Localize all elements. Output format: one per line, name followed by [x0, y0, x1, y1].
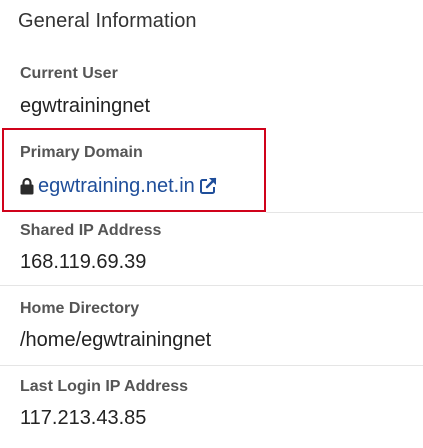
last-login-ip-value: 117.213.43.85	[20, 407, 147, 429]
last-login-ip-label: Last Login IP Address	[20, 378, 189, 395]
home-directory-value: /home/egwtrainingnet	[20, 329, 212, 351]
panel-title: General Information	[18, 10, 197, 32]
current-user-value: egwtrainingnet	[20, 95, 151, 117]
primary-domain-row: egwtraining.net.in	[20, 172, 218, 200]
info-item-home-directory: Home Directory /home/egwtrainingnet	[0, 286, 423, 366]
primary-domain-link[interactable]: egwtraining.net.in	[38, 175, 195, 198]
info-item-current-user: Current User egwtrainingnet	[0, 54, 423, 128]
primary-domain-label: Primary Domain	[20, 144, 143, 161]
info-item-shared-ip: Shared IP Address 168.119.69.39	[0, 212, 423, 286]
info-item-primary-domain: Primary Domain egwtraining.net.in	[0, 128, 423, 212]
external-link-icon[interactable]	[198, 176, 218, 196]
lock-icon	[20, 177, 34, 195]
current-user-label: Current User	[20, 65, 118, 82]
shared-ip-value: 168.119.69.39	[20, 251, 147, 273]
home-directory-label: Home Directory	[20, 300, 140, 317]
info-item-last-login-ip: Last Login IP Address 117.213.43.85	[0, 366, 423, 448]
shared-ip-label: Shared IP Address	[20, 222, 162, 239]
general-information-panel: General Information Current User egwtrai…	[0, 0, 423, 448]
